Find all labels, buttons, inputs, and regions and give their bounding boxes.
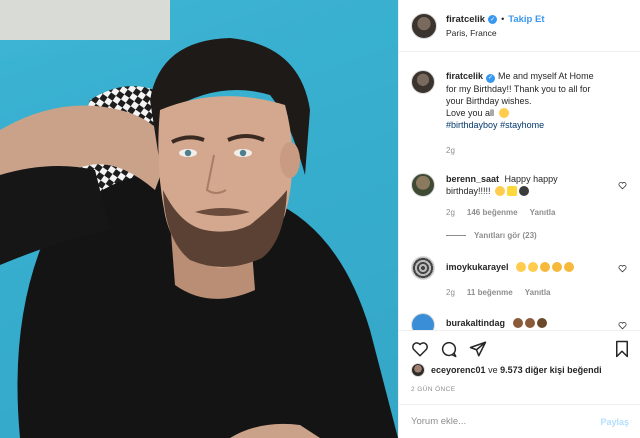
likes-summary: eceyorenc01 ve 9.573 diğer kişi beğendi [411,363,602,377]
share-icon[interactable] [469,340,487,358]
hashtag-link[interactable]: #stayhome [500,120,544,130]
post-location[interactable]: Paris, France [446,28,544,38]
comment-likes[interactable]: 146 beğenme [467,207,518,219]
kiss-emoji [498,107,509,118]
comment-input[interactable]: Yorum ekle... [411,416,466,427]
instagram-post-modal: firatcelik ✓ • Takip Et Paris, France fi… [0,0,640,438]
likes-count[interactable]: 9.573 [500,365,523,375]
separator-dot: • [501,14,505,24]
caption-line: for my Birthday!! Thank you to all for [446,83,591,94]
comment-icon[interactable] [440,340,458,358]
comment-item: burakaltindag [411,312,629,330]
post-comment-button[interactable]: Paylaş [600,417,629,427]
emoji [524,317,535,328]
caption-line: your Birthday wishes. [446,95,532,106]
commenter-username[interactable]: imoykukarayel [446,262,509,272]
yellow-heart-emoji [507,185,518,196]
caption-avatar[interactable] [411,70,435,94]
comments-list[interactable]: firatcelik ✓ Me and myself At Home for my … [399,53,640,330]
verified-badge-icon: ✓ [488,14,498,24]
comment-age[interactable]: 2g [446,287,455,299]
replies-divider [446,234,466,236]
author-avatar[interactable] [411,12,437,39]
clap-emoji [564,261,575,272]
comment-text: Happy happy [504,173,558,184]
caption: firatcelik ✓ Me and myself At Home for my … [411,70,629,157]
caption-line: Me and myself At Home [498,71,594,81]
bookmark-icon[interactable] [613,340,631,358]
caption-username[interactable]: firatcelik [446,71,483,81]
comment-likes[interactable]: 11 beğenme [467,287,513,299]
comment-item: berenn_saat Happy happy birthday!!!!! 2g… [411,172,629,219]
comment-item: imoykukarayel 2g 11 beğenme Yanıtla [411,255,629,299]
add-comment-bar: Yorum ekle... Paylaş [399,404,640,438]
clap-emoji [552,261,563,272]
heart-icon[interactable] [618,321,627,330]
car-emoji [519,185,530,196]
comment-age[interactable]: 2g [446,207,455,219]
post-side-panel: firatcelik ✓ • Takip Et Paris, France fi… [398,0,640,438]
caption-line: Love you all [446,107,495,118]
clap-emoji [540,261,551,272]
likes-connector: ve [488,365,498,375]
hashtag-link[interactable]: #birthdayboy [446,120,498,130]
smile-emoji [495,185,506,196]
heart-icon[interactable] [411,340,429,358]
follow-button[interactable]: Takip Et [508,14,544,25]
comment-text: birthday!!!!! [446,185,491,196]
likes-suffix[interactable]: diğer kişi beğendi [525,365,602,375]
commenter-username[interactable]: burakaltindag [446,318,505,328]
author-username[interactable]: firatcelik [446,14,485,25]
smile-emoji [528,261,539,272]
action-bar [399,330,640,363]
post-timestamp[interactable]: 2 GÜN ÖNCE [411,386,455,393]
verified-badge-icon: ✓ [486,73,496,83]
photo-illustration [0,0,398,438]
liker-avatar[interactable] [411,363,425,377]
heart-icon[interactable] [618,181,627,190]
commenter-avatar[interactable] [411,172,435,197]
post-header: firatcelik ✓ • Takip Et Paris, France [399,0,640,52]
emoji [512,317,523,328]
emoji [536,317,547,328]
commenter-avatar[interactable] [411,255,435,280]
commenter-avatar[interactable] [411,312,435,330]
caption-age[interactable]: 2g [446,145,455,157]
liker-username[interactable]: eceyorenc01 [431,365,486,375]
view-replies-label: Yanıtları gör (23) [474,230,537,240]
reply-button[interactable]: Yanıtla [525,287,551,299]
post-photo[interactable] [0,0,398,438]
commenter-username[interactable]: berenn_saat [446,174,499,184]
heart-icon[interactable] [618,264,627,273]
smile-emoji [516,261,527,272]
reply-button[interactable]: Yanıtla [530,207,556,219]
view-replies-button[interactable]: Yanıtları gör (23) [446,231,629,240]
